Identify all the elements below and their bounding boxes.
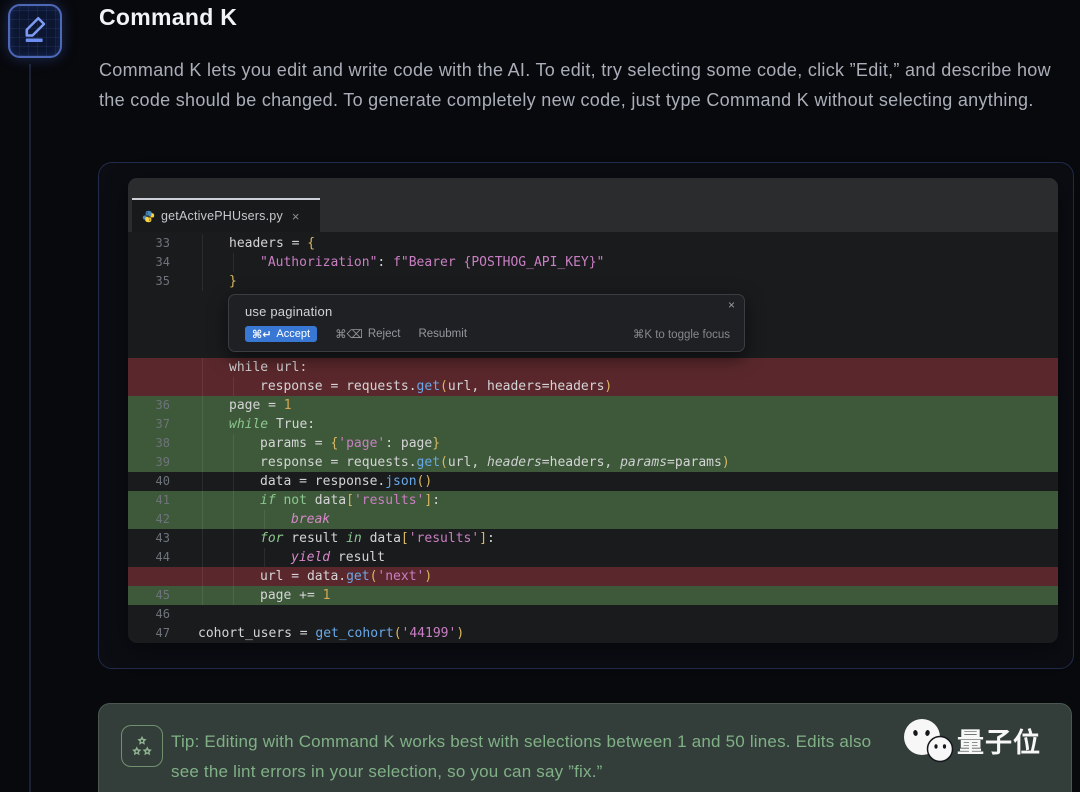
tip-text-line1: Tip: Editing with Command K works best w… — [171, 732, 872, 751]
line-number — [128, 377, 170, 396]
code-line: 36 page = 1 — [128, 396, 1058, 415]
code-line: 44 yield result — [128, 548, 1058, 567]
command-return-icon: ⌘↵ — [252, 328, 272, 341]
tab-close-icon[interactable]: × — [292, 209, 300, 224]
code-line: url = data.get('next') — [128, 567, 1058, 586]
line-number — [128, 567, 170, 586]
line-number: 47 — [155, 626, 170, 640]
line-number — [128, 358, 170, 377]
code-line: 40 data = response.json() — [128, 472, 1058, 491]
code-line: 33 headers = { — [128, 234, 1058, 253]
code-line: response = requests.get(url, headers=hea… — [128, 377, 1058, 396]
line-number: 44 — [155, 550, 170, 564]
section-timeline-line — [29, 64, 31, 792]
line-number: 43 — [155, 531, 170, 545]
line-number: 40 — [155, 474, 170, 488]
line-number: 33 — [155, 236, 170, 250]
line-number: 46 — [155, 607, 170, 621]
code-line: 43 for result in data['results']: — [128, 529, 1058, 548]
code-line: 41 if not data['results']: — [128, 491, 1058, 510]
page-title: Command K — [99, 4, 238, 30]
code-line: 45 page += 1 — [128, 586, 1058, 605]
line-number: 36 — [155, 398, 170, 412]
prompt-widget: × use pagination ⌘↵ Accept ⌘⌫ Reject Res… — [228, 294, 745, 352]
line-number: 34 — [155, 255, 170, 269]
prompt-input-text[interactable]: use pagination — [245, 304, 730, 319]
code-line: 38 params = {'page': page} — [128, 434, 1058, 453]
line-number: 35 — [155, 274, 170, 288]
pencil-edit-icon — [20, 14, 50, 49]
editor-tab[interactable]: getActivePHUsers.py × — [132, 198, 320, 232]
line-number: 45 — [155, 588, 170, 602]
line-number: 42 — [155, 512, 170, 526]
code-editor: getActivePHUsers.py × 33 headers = {34 "Au… — [128, 178, 1058, 643]
wechat-blogger-icon — [901, 716, 955, 764]
tip-text-line2: see the lint errors in your selection, s… — [171, 762, 603, 781]
line-number: 41 — [155, 493, 170, 507]
code-line: 37 while True: — [128, 415, 1058, 434]
widget-close-icon[interactable]: × — [728, 298, 735, 312]
command-backspace-icon: ⌘⌫ — [335, 329, 363, 341]
focus-hint: ⌘K to toggle focus — [632, 329, 730, 341]
code-line: while url: — [128, 358, 1058, 377]
resubmit-button[interactable]: Resubmit — [418, 328, 467, 340]
accept-button[interactable]: ⌘↵ Accept — [245, 326, 318, 342]
reject-label: Reject — [367, 328, 401, 340]
code-line: 46 — [128, 605, 1058, 624]
reject-button[interactable]: ⌘⌫ Reject — [335, 327, 400, 341]
watermark: 量子位 — [901, 716, 1041, 764]
watermark-text: 量子位 — [957, 727, 1041, 759]
widget-button-row: ⌘↵ Accept ⌘⌫ Reject Resubmit ⌘K to toggl… — [245, 326, 730, 342]
line-number: 39 — [155, 455, 170, 469]
editor-header: getActivePHUsers.py × — [128, 178, 1058, 232]
code-line: 34 "Authorization": f"Bearer {POSTHOG_API… — [128, 253, 1058, 272]
code-line: 47 cohort_users = get_cohort('44199') — [128, 624, 1058, 643]
tip-text: Tip: Editing with Command K works best w… — [171, 727, 871, 787]
code-line: 35} — [128, 272, 1058, 291]
line-number: 38 — [155, 436, 170, 450]
line-number: 37 — [155, 417, 170, 431]
python-icon — [142, 210, 155, 223]
feature-icon-box — [8, 4, 62, 58]
code-line: 42 break — [128, 510, 1058, 529]
docs-page: Command K Command K lets you edit and wr… — [0, 0, 1080, 792]
sparkle-stars-icon — [121, 725, 163, 767]
code-line: 39 response = requests.get(url, headers=h… — [128, 453, 1058, 472]
intro-text: Command K lets you edit and write code w… — [99, 60, 1051, 110]
accept-label: Accept — [276, 328, 311, 340]
tab-filename: getActivePHUsers.py — [161, 209, 283, 223]
